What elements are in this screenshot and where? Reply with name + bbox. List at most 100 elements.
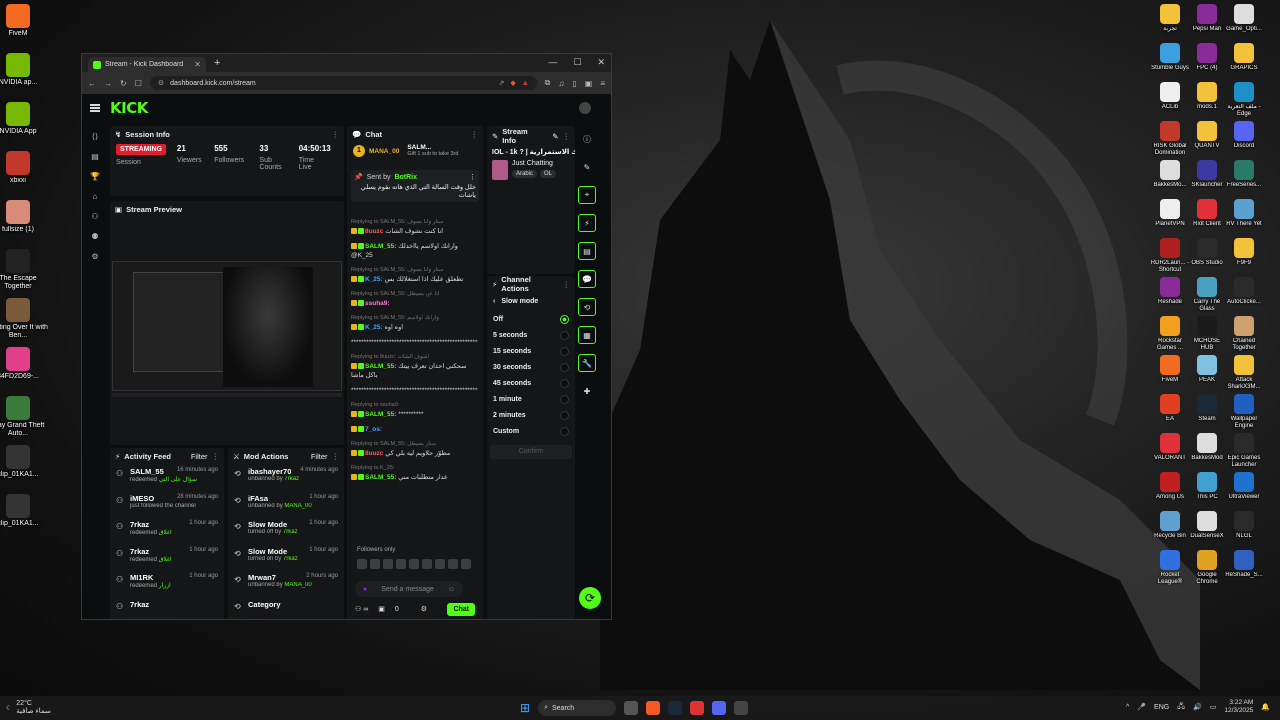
desktop-shortcut[interactable]: ACLib [1150,82,1190,111]
emote-icon[interactable] [448,559,458,569]
slow-mode-option[interactable]: 45 seconds [487,375,575,391]
emote-icon[interactable] [422,559,432,569]
chat-username[interactable]: 8uuzc [365,228,385,235]
clock[interactable]: 3:22 AM 12/3/2025 [1224,699,1253,715]
desktop-shortcut[interactable]: Among Us [1150,472,1190,501]
desktop-shortcut[interactable]: fullsize (1) [0,200,48,234]
chat-username[interactable]: SALM_55: [365,474,398,481]
feed-item-name[interactable]: Mrwan7 [248,573,276,582]
desktop-shortcut[interactable]: Game_Opti... [1224,4,1264,33]
confirm-button[interactable]: Confirm [490,445,572,459]
desktop-shortcut[interactable]: Play Grand Theft Auto... [0,396,48,438]
desktop-shortcut[interactable]: GRAPICS [1224,43,1264,72]
feed-item-name[interactable]: Slow Mode [248,547,287,556]
category-thumbnail[interactable] [492,160,508,180]
tools-action-icon[interactable]: 🔧 [578,354,596,372]
session-menu-icon[interactable]: ⋮ [332,130,340,139]
back-icon[interactable]: ← [88,79,96,88]
emoji-icon[interactable]: ☺ [448,586,455,593]
desktop-shortcut[interactable]: تجربة [1150,4,1190,33]
feed-item-name[interactable]: 7rkaz [130,520,149,529]
desktop-shortcut[interactable]: RDR2Laun... - Shortcut [1150,238,1190,274]
slow-mode-option[interactable]: 30 seconds [487,359,575,375]
desktop-shortcut[interactable]: clip_01KA1... [0,445,48,479]
chat-message[interactable]: Replying to 8uuzc: اشوف الشات SALM_55: سح… [351,353,479,380]
brave-taskbar-icon[interactable] [646,701,661,715]
list-item[interactable]: ⚇ SALM_55 16 minutes ago redeemed سؤال على … [110,464,224,491]
slow-mode-radio[interactable] [560,410,569,420]
list-item[interactable]: ⚇ MI1RK 1 hour ago redeemed ازرار [110,570,224,597]
desktop-shortcut[interactable]: Getting Over It with Ben... [0,298,48,340]
desktop-shortcut[interactable]: Stumble Guys [1150,43,1190,72]
desktop-shortcut[interactable]: PEAK [1187,355,1227,384]
list-item[interactable]: ⚇ 7rkaz 1 hour ago redeemed اغلاق [110,517,224,544]
desktop-shortcut[interactable]: FiveM [0,4,48,38]
settings-nav-icon[interactable]: ⚙ [89,252,101,262]
list-item[interactable]: ⟲ Slow Mode 1 hour ago turned off by 7rkaz [228,517,344,544]
add-action-icon[interactable]: ✚ [578,382,596,400]
slow-mode-option[interactable]: 5 seconds [487,327,575,343]
stream-preview-video[interactable] [112,261,342,391]
activity-menu-icon[interactable]: ⋮ [212,452,220,461]
top-gifter-name[interactable]: MANA_00 [369,148,399,155]
chat-username[interactable]: 8uuzc [365,450,385,457]
pin-menu-icon[interactable]: ⋮ [469,173,476,181]
desktop-shortcut[interactable]: RV There Yet [1224,199,1264,228]
desktop-shortcut[interactable]: Rocket League® [1150,550,1190,586]
notifications-icon[interactable]: 🔔 [1261,703,1270,711]
list-item[interactable]: ⟲ Slow Mode 1 hour ago turned on by 7rkaz [228,544,344,571]
slow-mode-option[interactable]: 2 minutes [487,407,575,423]
info-icon[interactable]: ⓘ [578,130,596,148]
chat-message-input[interactable]: ● Send a message ☺ [355,581,463,597]
chat-username[interactable]: SALM_55: [365,243,398,250]
desktop-shortcut[interactable]: Carry The Glass [1187,277,1227,313]
desktop-shortcut[interactable]: BakkesMod [1187,433,1227,462]
chat-message[interactable]: Replying to K_25: SALM_55: عدار متطلبات م… [351,464,479,482]
weather-icon[interactable]: ☾ [6,704,12,712]
chat-menu-icon[interactable]: ⋮ [471,130,479,139]
chat-username[interactable]: SALM_55: [365,363,398,370]
desktop-shortcut[interactable]: Epic Games Launcher [1224,433,1264,469]
prediction-action-icon[interactable]: ▦ [578,326,596,344]
feed-item-name[interactable]: 7rkaz [130,547,149,556]
list-item[interactable]: ⚇ 7rkaz [110,597,224,620]
desktop-shortcut[interactable]: VALORANT [1150,433,1190,462]
gift-user[interactable]: SALM... [407,144,458,151]
url-field[interactable]: ⚙ dashboard.kick.com/stream ⇗ ◆ ▲ [149,76,537,90]
pin-user[interactable]: BotRix [394,174,417,181]
chat-message[interactable]: Replying to SALM_55: سنار وانا بسوف 8uuzc… [351,218,479,236]
slow-mode-option[interactable]: Custom [487,423,575,439]
poll-action-icon[interactable]: ▤ [578,242,596,260]
chat-username[interactable]: K_25: [365,276,385,283]
chat-message[interactable]: Replying to SALM_55: انا عن بسيطل ssuha9: [351,290,479,308]
chat-users-icon[interactable]: ⚇ ∞ [355,605,368,613]
pen-icon[interactable]: ✎ [578,158,596,176]
minimize-button[interactable]: — [548,57,557,68]
chat-message[interactable]: Replying to SALM_55: سنار وانا بسوف K_25:… [351,266,479,284]
menu-icon[interactable]: ≡ [600,79,605,88]
desktop-shortcut[interactable]: xbxxi [0,151,48,185]
brave-rewards-icon[interactable]: ▲ [522,80,529,87]
kick-logo[interactable]: KICK [110,99,148,117]
host-action-icon[interactable]: ⟲ [578,298,596,316]
desktop-shortcut[interactable]: Pepsi Man [1187,4,1227,33]
battery-icon[interactable]: ▭ [1210,703,1217,711]
slow-mode-radio[interactable] [560,426,569,436]
chat-username[interactable]: SALM_55: [365,411,398,418]
tab-close-icon[interactable]: ✕ [194,60,201,69]
desktop-shortcut[interactable]: Steam [1187,394,1227,423]
chat-message[interactable]: 7_os: [351,425,479,434]
language-indicator[interactable]: ENG [1154,704,1169,711]
emote-icon[interactable] [409,559,419,569]
chat-message[interactable]: Replying to ssuha9: SALM_55: ********** [351,401,479,419]
desktop-shortcut[interactable]: Attack SharkX3M... [1224,355,1264,391]
desktop-shortcut[interactable]: FreeSeries... [1224,160,1264,189]
desktop-shortcut[interactable]: NVIDIA App [0,102,48,136]
list-item[interactable]: ⟲ Category [228,597,344,620]
slow-mode-radio[interactable] [560,394,569,404]
desktop-shortcut[interactable]: FiveM [1150,355,1190,384]
desktop-shortcut[interactable]: BakkesMo... [1150,160,1190,189]
brave-window-taskbar-icon[interactable] [690,701,705,715]
stream-tag[interactable]: Arabic [512,170,538,178]
clip-action-icon[interactable]: ⌖ [578,186,596,204]
